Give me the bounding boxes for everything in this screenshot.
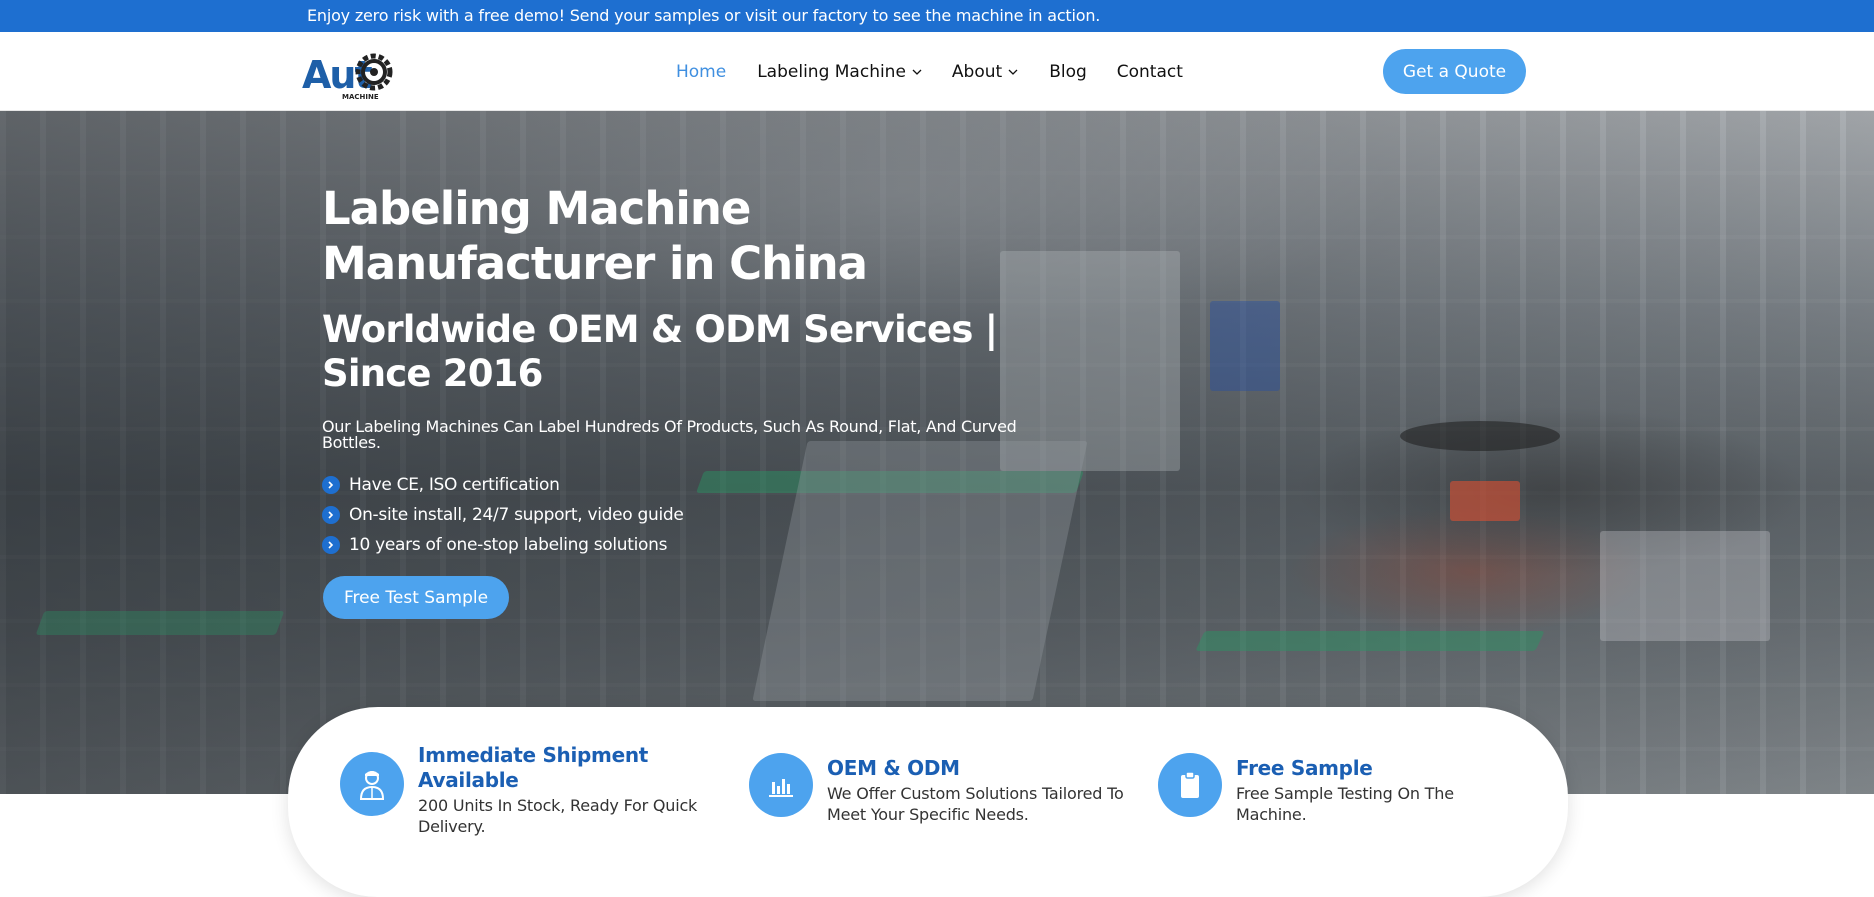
hero-subtitle: Worldwide OEM & ODM Services | Since 201… (322, 308, 998, 395)
highlight-title: Free Sample (1236, 756, 1373, 780)
site-header: Aut MACHINE Home Labeling Machine About … (0, 32, 1874, 111)
nav-about-label: About (951, 62, 1003, 82)
nav-contact[interactable]: Contact (1117, 61, 1183, 83)
chevron-down-icon (912, 69, 922, 75)
nav-about[interactable]: About (952, 61, 1018, 83)
hero-feature-list: Have CE, ISO certification On-site insta… (322, 470, 1042, 560)
hero-title: Labeling Machine Manufacturer in China (322, 182, 868, 290)
highlight-item: Free Sample Free Sample Testing On The M… (1158, 753, 1496, 825)
feature-text: Have CE, ISO certification (349, 475, 560, 495)
highlight-title: OEM & ODM (827, 756, 960, 780)
feature-text: On-site install, 24/7 support, video gui… (349, 505, 684, 525)
feature-item: Have CE, ISO certification (322, 470, 1042, 500)
nav-blog-label: Blog (1049, 62, 1087, 82)
chevron-right-icon (322, 506, 340, 524)
clipboard-icon (1158, 753, 1222, 817)
factory-background-shape (1195, 631, 1545, 651)
chevron-right-icon (322, 476, 340, 494)
hero-description: Our Labeling Machines Can Label Hundreds… (322, 417, 1017, 452)
nav-labeling-machine[interactable]: Labeling Machine (757, 61, 922, 83)
site-logo[interactable]: Aut MACHINE (302, 42, 397, 102)
hero-content: Labeling Machine Manufacturer in China W… (322, 181, 1042, 560)
highlight-description: 200 Units In Stock, Ready For Quick Deli… (418, 796, 698, 836)
logo-subtext: MACHINE (342, 93, 379, 101)
bar-chart-icon (749, 753, 813, 817)
nav-contact-label: Contact (1116, 62, 1183, 82)
highlight-description: We Offer Custom Solutions Tailored To Me… (827, 784, 1124, 824)
hero-section: Labeling Machine Manufacturer in China W… (0, 111, 1874, 794)
get-a-quote-button[interactable]: Get a Quote (1383, 49, 1526, 94)
nav-home[interactable]: Home (676, 61, 726, 83)
chevron-down-icon (1008, 69, 1018, 75)
highlight-title: Immediate Shipment Available (418, 743, 649, 792)
worker-icon (340, 752, 404, 816)
factory-background-shape (1210, 301, 1280, 391)
feature-text: 10 years of one-stop labeling solutions (349, 535, 668, 555)
factory-background-shape (1600, 531, 1770, 641)
nav-home-label: Home (676, 62, 727, 82)
chevron-right-icon (322, 536, 340, 554)
highlight-item: OEM & ODM We Offer Custom Solutions Tail… (749, 753, 1127, 825)
highlight-description: Free Sample Testing On The Machine. (1236, 784, 1454, 824)
factory-background-shape (1450, 481, 1520, 521)
announcement-text: Enjoy zero risk with a free demo! Send y… (307, 6, 1101, 25)
logo-graphic: Aut MACHINE (302, 53, 393, 101)
feature-item: On-site install, 24/7 support, video gui… (322, 500, 1042, 530)
factory-background-shape (35, 611, 285, 635)
main-nav: Home Labeling Machine About Blog Contact (676, 61, 1183, 83)
factory-background-shape (1400, 421, 1560, 451)
feature-item: 10 years of one-stop labeling solutions (322, 530, 1042, 560)
nav-labeling-machine-label: Labeling Machine (757, 62, 906, 82)
nav-blog[interactable]: Blog (1049, 61, 1087, 83)
announcement-bar: Enjoy zero risk with a free demo! Send y… (0, 0, 1874, 32)
highlight-item: Immediate Shipment Available 200 Units I… (340, 743, 698, 837)
free-test-sample-button[interactable]: Free Test Sample (323, 576, 509, 619)
